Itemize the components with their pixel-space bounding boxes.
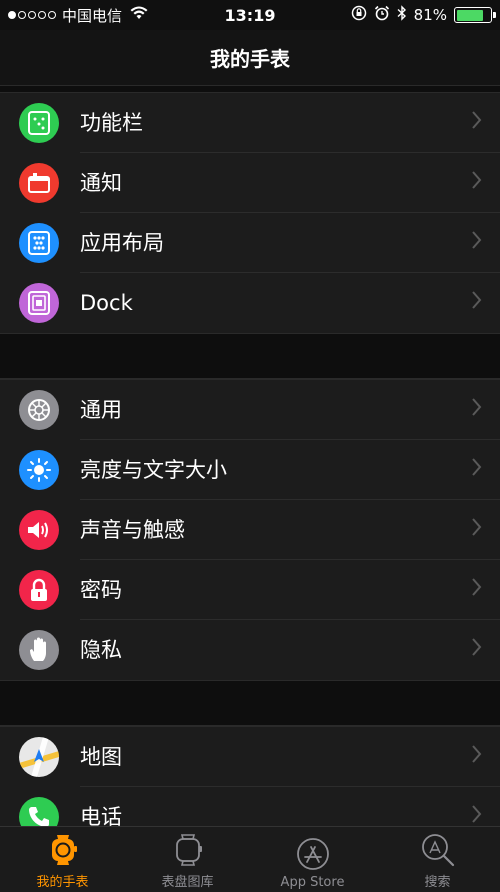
status-bar: 中国电信 13:19 81%	[0, 0, 500, 30]
maps-icon	[19, 737, 59, 777]
settings-list[interactable]: 功能栏 通知 应用布局 Dock 通用 亮度与文字大小 声音与触感 密码 隐私 …	[0, 86, 500, 826]
tab-label: 搜索	[424, 875, 451, 890]
dock-icon	[19, 283, 59, 323]
tab-my-watch[interactable]: 我的手表	[0, 827, 125, 892]
carrier-name: 中国电信	[62, 6, 123, 25]
nav-bar: 我的手表	[0, 30, 500, 86]
signal-strength-icon	[8, 11, 56, 19]
row-label: Dock	[80, 291, 133, 315]
tab-app-store[interactable]: App Store	[250, 827, 375, 892]
search-icon	[420, 829, 456, 871]
brightness-icon	[19, 450, 59, 490]
chevron-right-icon	[472, 111, 482, 129]
lock-icon	[19, 570, 59, 610]
chevron-right-icon	[472, 518, 482, 536]
row-notifications[interactable]: 通知	[0, 153, 500, 213]
chevron-right-icon	[472, 458, 482, 476]
battery-icon	[454, 7, 496, 23]
chevron-right-icon	[472, 231, 482, 249]
my-watch-icon	[45, 829, 81, 871]
row-label: 声音与触感	[80, 500, 500, 560]
tab-label: 表盘图库	[161, 875, 214, 890]
page-title: 我的手表	[210, 47, 290, 71]
face-gallery-icon	[170, 829, 206, 871]
row-general[interactable]: 通用	[0, 380, 500, 440]
chevron-right-icon	[472, 578, 482, 596]
settings-group-2: 通用 亮度与文字大小 声音与触感 密码 隐私	[0, 379, 500, 680]
rotation-lock-icon	[351, 5, 367, 25]
tab-label: 我的手表	[36, 875, 89, 890]
row-passcode[interactable]: 密码	[0, 560, 500, 620]
chevron-right-icon	[472, 171, 482, 189]
battery-level	[456, 9, 484, 21]
row-brightness[interactable]: 亮度与文字大小	[0, 440, 500, 500]
tab-search[interactable]: 搜索	[375, 827, 500, 892]
row-label: 电话	[80, 805, 122, 826]
row-maps[interactable]: 地图	[0, 727, 500, 787]
chevron-right-icon	[472, 638, 482, 656]
wifi-icon	[130, 6, 148, 24]
row-dock[interactable]: Dock	[0, 273, 500, 333]
chevron-right-icon	[472, 398, 482, 416]
tab-bar: 我的手表 表盘图库 App Store 搜索	[0, 826, 500, 892]
row-label: 应用布局	[80, 213, 500, 273]
row-label: 功能栏	[80, 93, 500, 153]
battery-percent: 81%	[413, 6, 447, 24]
row-app-layout[interactable]: 应用布局	[0, 213, 500, 273]
row-privacy[interactable]: 隐私	[0, 620, 500, 680]
row-glances[interactable]: 功能栏	[0, 93, 500, 153]
sound-icon	[19, 510, 59, 550]
row-label: 通知	[80, 153, 500, 213]
row-label: 隐私	[80, 638, 122, 662]
row-label: 地图	[80, 727, 500, 787]
bluetooth-icon	[397, 5, 407, 25]
app-store-icon	[295, 833, 331, 875]
glances-icon	[19, 103, 59, 143]
row-label: 密码	[80, 560, 500, 620]
gear-icon	[19, 390, 59, 430]
app-layout-icon	[19, 223, 59, 263]
row-sounds[interactable]: 声音与触感	[0, 500, 500, 560]
hand-icon	[19, 630, 59, 670]
chevron-right-icon	[472, 805, 482, 823]
tab-face-gallery[interactable]: 表盘图库	[125, 827, 250, 892]
phone-icon	[19, 797, 59, 826]
chevron-right-icon	[472, 291, 482, 309]
settings-group-3: 地图 电话	[0, 726, 500, 826]
tab-label: App Store	[280, 875, 345, 890]
alarm-icon	[374, 5, 390, 25]
notifications-icon	[19, 163, 59, 203]
row-label: 通用	[80, 380, 500, 440]
settings-group-1: 功能栏 通知 应用布局 Dock	[0, 92, 500, 333]
row-phone[interactable]: 电话	[0, 787, 500, 826]
chevron-right-icon	[472, 745, 482, 763]
row-label: 亮度与文字大小	[80, 440, 500, 500]
